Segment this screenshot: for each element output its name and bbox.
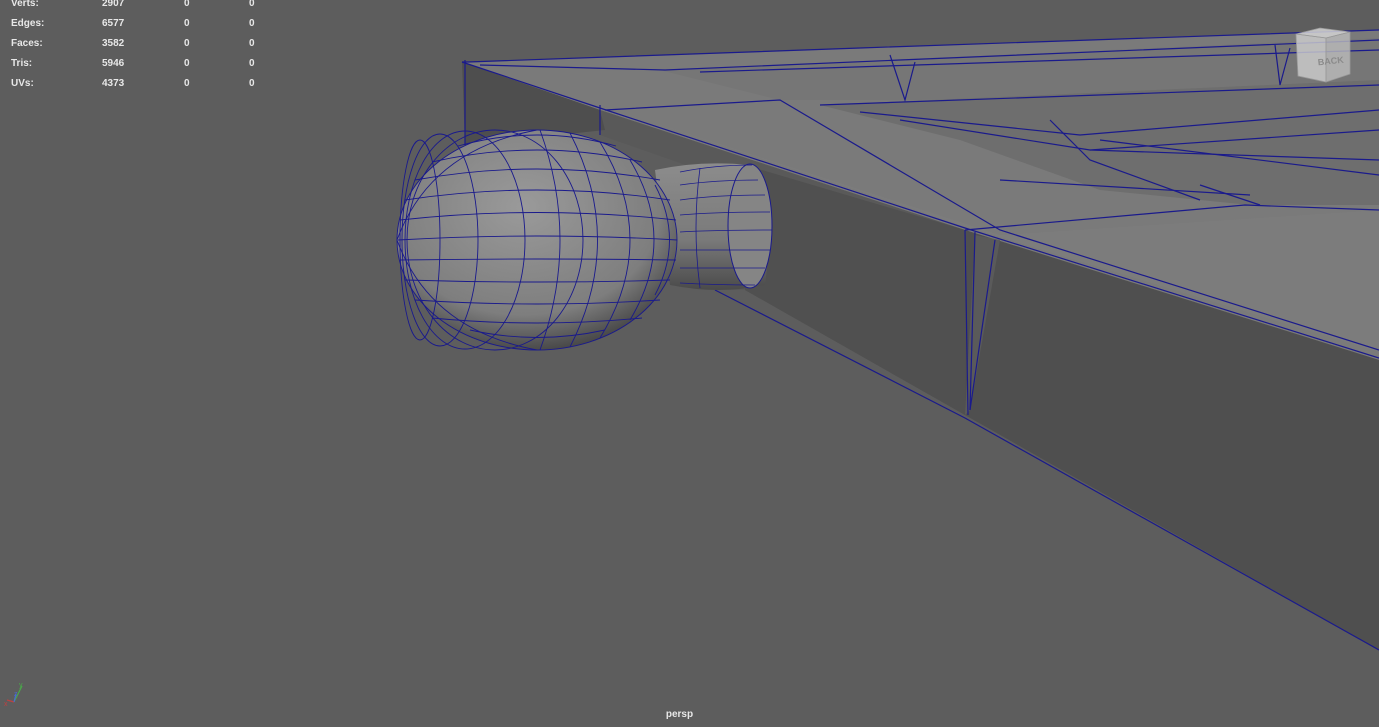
poly-count-hud: Verts: 2907 0 0 Edges: 6577 0 0 Faces: 3… — [0, 0, 270, 94]
hud-row-tris: Tris: 5946 0 0 — [0, 54, 270, 74]
axis-y-label: y — [19, 682, 23, 689]
hud-label: Faces: — [11, 38, 43, 49]
hud-selected-value: 0 — [184, 0, 190, 9]
camera-name-label: persp — [0, 709, 1379, 720]
hud-row-faces: Faces: 3582 0 0 — [0, 34, 270, 54]
hud-label: Tris: — [11, 58, 33, 69]
hud-value: 2907 — [102, 0, 125, 9]
hud-label: Verts: — [11, 0, 39, 9]
knob-sphere — [396, 129, 678, 351]
hud-value: 5946 — [102, 58, 125, 69]
hud-value: 6577 — [102, 18, 125, 29]
hud-uv-value: 0 — [249, 58, 255, 69]
hud-value: 3582 — [102, 38, 125, 49]
camera-name: persp — [665, 709, 694, 720]
hud-selected-value: 0 — [184, 58, 190, 69]
hud-value: 4373 — [102, 78, 125, 89]
hud-selected-value: 0 — [184, 18, 190, 29]
viewcube[interactable]: BACK — [1290, 26, 1356, 86]
hud-label: Edges: — [11, 18, 45, 29]
hud-selected-value: 0 — [184, 38, 190, 49]
hud-row-verts: Verts: 2907 0 0 — [0, 0, 270, 14]
hud-row-uvs: UVs: 4373 0 0 — [0, 74, 270, 94]
scene-mesh[interactable] — [0, 0, 1379, 727]
hud-uv-value: 0 — [249, 38, 255, 49]
hud-row-edges: Edges: 6577 0 0 — [0, 14, 270, 34]
axis-x-label: x — [4, 701, 8, 708]
hud-uv-value: 0 — [249, 18, 255, 29]
viewport-persp[interactable]: Verts: 2907 0 0 Edges: 6577 0 0 Faces: 3… — [0, 0, 1379, 727]
hud-label: UVs: — [11, 78, 34, 89]
axis-z-label: z — [14, 691, 18, 698]
hud-uv-value: 0 — [249, 0, 255, 9]
axis-gizmo: y z x — [4, 682, 23, 708]
hud-uv-value: 0 — [249, 78, 255, 89]
hud-selected-value: 0 — [184, 78, 190, 89]
